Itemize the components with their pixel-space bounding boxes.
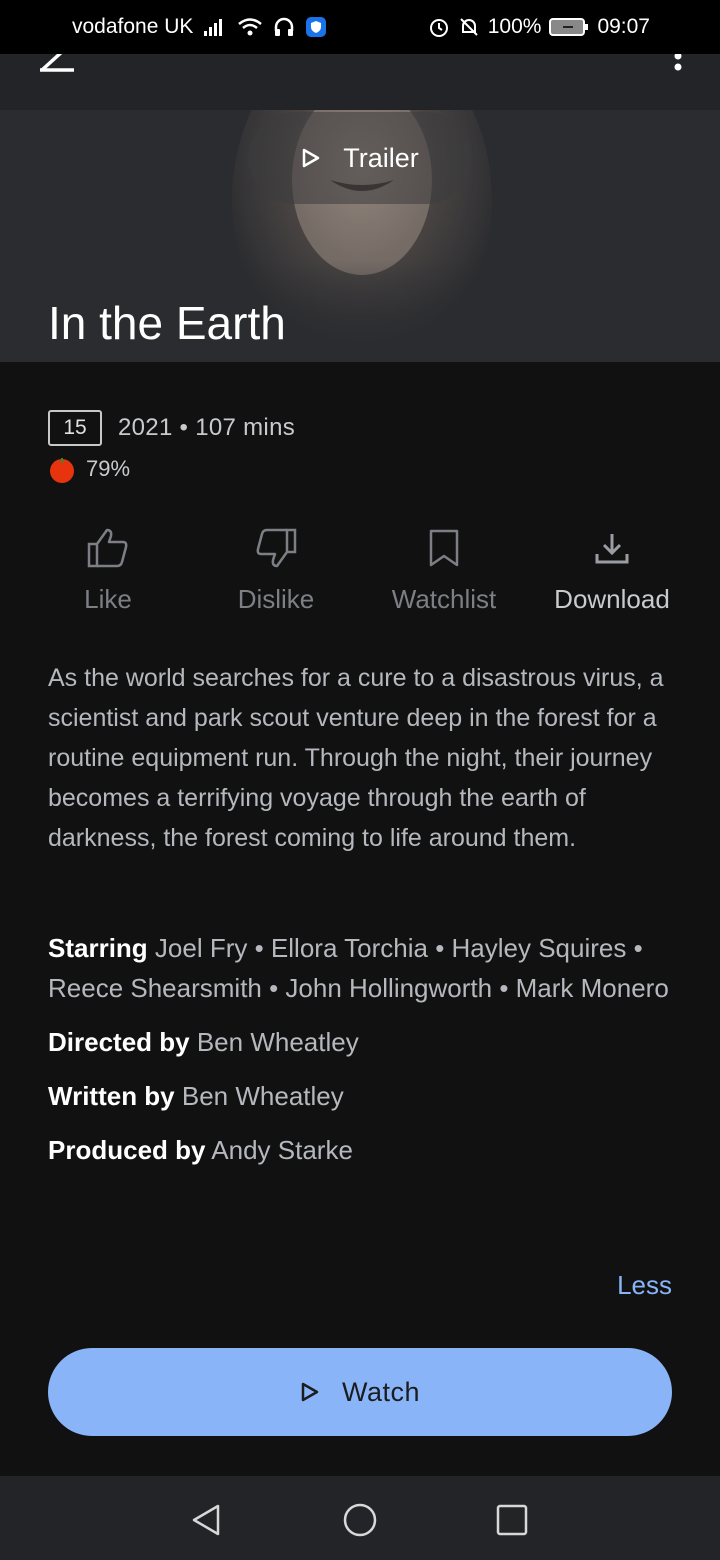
bookmark-icon	[427, 522, 461, 574]
thumb-down-icon	[253, 522, 299, 574]
mute-icon	[458, 16, 480, 38]
nav-home-icon[interactable]	[340, 1500, 380, 1540]
score-value: 79%	[86, 456, 131, 481]
dislike-button[interactable]: Dislike	[192, 522, 360, 615]
credit-written: Written by Ben Wheatley	[48, 1076, 678, 1116]
download-label: Download	[554, 584, 670, 614]
like-button[interactable]: Like	[24, 522, 192, 615]
credit-directed: Directed by Ben Wheatley	[48, 1022, 678, 1062]
credit-value: Ben Wheatley	[181, 1081, 344, 1111]
hero-banner: Trailer In the Earth	[0, 110, 720, 362]
certificate-badge: 15	[48, 410, 102, 446]
signal-icon	[203, 17, 227, 37]
more-vert-icon[interactable]	[670, 52, 686, 76]
score-row: 79%	[48, 455, 130, 483]
credit-key: Produced by	[48, 1135, 206, 1165]
wifi-icon	[237, 17, 263, 37]
credit-key: Written by	[48, 1081, 175, 1111]
synopsis: As the world searches for a cure to a di…	[48, 664, 664, 852]
credits: Starring Joel Fry • Ellora Torchia • Hay…	[48, 928, 678, 1170]
play-icon	[301, 1382, 319, 1402]
watch-label: Watch	[341, 1376, 420, 1407]
credit-key: Directed by	[48, 1027, 190, 1057]
back-arrow-icon[interactable]	[34, 54, 78, 78]
system-nav-bar	[0, 1476, 720, 1560]
thumb-up-icon	[85, 522, 131, 574]
clock: 09:07	[597, 15, 650, 38]
carrier-label: vodafone UK	[72, 15, 194, 38]
download-button[interactable]: Download	[528, 522, 696, 615]
app-bar	[0, 52, 720, 110]
watchlist-button[interactable]: Watchlist	[360, 522, 528, 615]
headset-icon	[273, 17, 295, 37]
meta-row: 15 2021 • 107 mins	[48, 410, 295, 446]
nav-back-icon[interactable]	[186, 1500, 226, 1540]
trailer-label: Trailer	[343, 142, 419, 173]
tomato-icon	[50, 458, 74, 483]
dislike-label: Dislike	[237, 584, 315, 614]
like-label: Like	[84, 584, 132, 614]
battery-percent: 100%	[487, 15, 542, 38]
credit-value: Andy Starke	[211, 1135, 353, 1165]
credit-value: Ben Wheatley	[196, 1027, 359, 1057]
battery-icon	[549, 17, 589, 37]
status-bar: vodafone UK 100% 09:07	[0, 0, 720, 54]
year-runtime: 2021 • 107 mins	[118, 414, 296, 441]
alarm-icon	[428, 16, 450, 38]
action-row: Like Dislike Watchlist Download	[24, 522, 696, 615]
trailer-button[interactable]: Trailer	[248, 112, 472, 204]
watchlist-label: Watchlist	[391, 584, 497, 614]
credit-key: Starring	[48, 933, 148, 963]
credit-produced: Produced by Andy Starke	[48, 1130, 678, 1170]
movie-title: In the Earth	[48, 297, 286, 349]
watch-button[interactable]: Watch	[48, 1348, 672, 1436]
shield-icon	[305, 16, 327, 38]
nav-recents-icon[interactable]	[492, 1500, 532, 1540]
download-icon	[592, 522, 632, 574]
play-icon	[302, 148, 320, 168]
credit-starring: Starring Joel Fry • Ellora Torchia • Hay…	[48, 928, 678, 1008]
less-link[interactable]: Less	[617, 1270, 672, 1301]
